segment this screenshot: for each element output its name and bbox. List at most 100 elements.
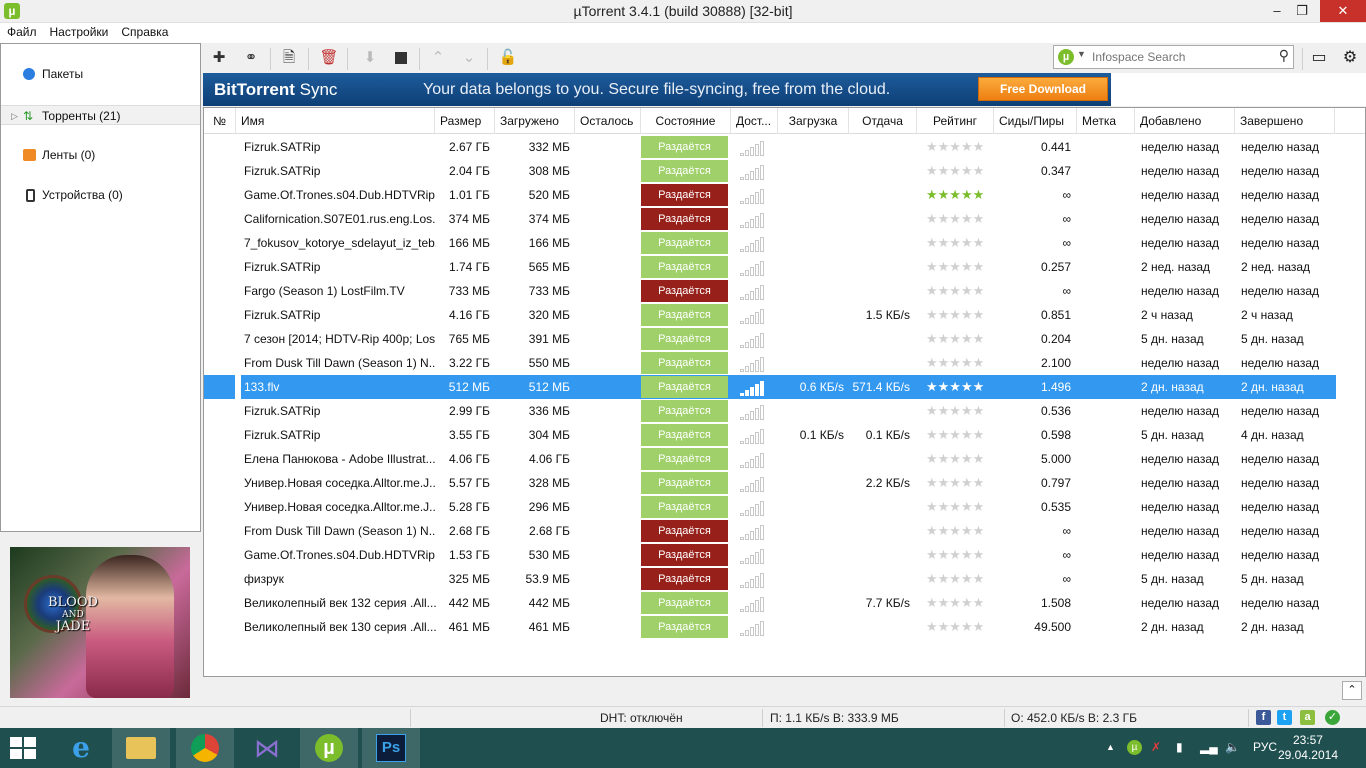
table-row[interactable]: From Dusk Till Dawn (Season 1) N... 2.68 … xyxy=(204,519,1365,543)
settings-gear-icon[interactable]: ⚙ xyxy=(1339,47,1361,69)
col-completed-header[interactable]: Завершено xyxy=(1235,108,1335,134)
table-row[interactable]: Fizruk.SATRip 3.55 ГБ 304 МБ Раздаётся 0.1 К… xyxy=(204,423,1365,447)
table-row[interactable]: Fargo (Season 1) LostFilm.TV 733 МБ 733 МБ… xyxy=(204,279,1365,303)
add-url-link-icon[interactable]: ⚭ xyxy=(240,48,262,68)
rating-stars-icon[interactable]: ★★★★★ xyxy=(926,519,992,543)
sidebar-item-bundles[interactable]: Пакеты xyxy=(1,64,200,84)
rating-stars-icon[interactable]: ★★★★★ xyxy=(926,303,992,327)
col-number-header[interactable]: № xyxy=(204,108,236,134)
tray-language[interactable]: РУС xyxy=(1253,740,1277,754)
tray-volume-icon[interactable]: 🔈 xyxy=(1225,740,1240,754)
table-row[interactable]: 7 сезон [2014; HDTV-Rip 400p; Los... 765 … xyxy=(204,327,1365,351)
free-download-button[interactable]: Free Download xyxy=(978,77,1108,101)
rating-stars-icon[interactable]: ★★★★★ xyxy=(926,471,992,495)
col-upload-speed-header[interactable]: Отдача xyxy=(849,108,917,134)
rating-stars-icon[interactable]: ★★★★★ xyxy=(926,255,992,279)
expand-arrow-icon[interactable]: ▷ xyxy=(11,106,18,126)
sidebar-item-devices[interactable]: Устройства (0) xyxy=(1,185,200,205)
table-row[interactable]: 7_fokusov_kotorye_sdelayut_iz_teb... 166 … xyxy=(204,231,1365,255)
expand-details-icon[interactable]: ⌃ xyxy=(1342,681,1362,700)
menu-file[interactable]: Файл xyxy=(0,23,43,39)
search-provider-dropdown-icon[interactable]: ▼ xyxy=(1077,49,1086,59)
tray-x-icon[interactable]: ✗ xyxy=(1151,740,1161,754)
table-row[interactable]: Fizruk.SATRip 2.67 ГБ 332 МБ Раздаётся ★★★★★… xyxy=(204,135,1365,159)
rating-stars-icon[interactable]: ★★★★★ xyxy=(926,615,992,639)
rating-stars-icon[interactable]: ★★★★★ xyxy=(926,207,992,231)
rating-stars-icon[interactable]: ★★★★★ xyxy=(926,327,992,351)
taskbar-photoshop[interactable]: Ps xyxy=(362,728,420,768)
sidebar-item-feeds[interactable]: Ленты (0) xyxy=(1,145,200,165)
sidebar-item-torrents[interactable]: ▷ ⇅ Торренты (21) xyxy=(1,105,200,125)
move-up-icon[interactable]: ⌃ xyxy=(427,48,449,68)
unlock-icon[interactable]: 🔓 xyxy=(497,48,519,68)
minimize-button[interactable]: – xyxy=(1263,0,1291,22)
col-status-header[interactable]: Состояние xyxy=(641,108,731,134)
col-availability-header[interactable]: Дост... xyxy=(731,108,778,134)
table-row[interactable]: Fizruk.SATRip 2.99 ГБ 336 МБ Раздаётся ★★★★★… xyxy=(204,399,1365,423)
android-icon[interactable]: a xyxy=(1300,710,1315,725)
windows-start-icon[interactable] xyxy=(10,737,38,761)
taskbar-file-explorer[interactable] xyxy=(112,728,170,768)
table-row[interactable]: Елена Панюкова - Adobe Illustrat... 4.06 … xyxy=(204,447,1365,471)
table-row[interactable]: Fizruk.SATRip 4.16 ГБ 320 МБ Раздаётся 1.5 К… xyxy=(204,303,1365,327)
table-row[interactable]: From Dusk Till Dawn (Season 1) N... 3.22 … xyxy=(204,351,1365,375)
bittorrent-sync-banner[interactable]: BitTorrent Sync Your data belongs to you… xyxy=(203,73,1366,106)
upload-status[interactable]: О: 452.0 КБ/s В: 2.3 ГБ xyxy=(1011,711,1137,725)
delete-icon[interactable]: 🗑 xyxy=(318,48,340,68)
rating-stars-icon[interactable]: ★★★★★ xyxy=(926,495,992,519)
search-magnifier-icon[interactable]: ⚲ xyxy=(1279,47,1289,64)
facebook-icon[interactable]: f xyxy=(1256,710,1271,725)
stop-icon[interactable] xyxy=(390,48,412,68)
rating-stars-icon[interactable]: ★★★★★ xyxy=(926,183,992,207)
create-torrent-icon[interactable]: 🗎 xyxy=(278,48,300,68)
tray-network-icon[interactable]: ▂▄ xyxy=(1200,740,1218,754)
maximize-button[interactable]: ❐ xyxy=(1288,0,1316,22)
col-remaining-header[interactable]: Осталось xyxy=(575,108,641,134)
rating-stars-icon[interactable]: ★★★★★ xyxy=(926,159,992,183)
rating-stars-icon[interactable]: ★★★★★ xyxy=(926,447,992,471)
table-row[interactable]: Game.Of.Trones.s04.Dub.HDTVRip 1.01 ГБ 520… xyxy=(204,183,1365,207)
col-label-header[interactable]: Метка xyxy=(1077,108,1135,134)
col-added-header[interactable]: Добавлено xyxy=(1135,108,1235,134)
tray-device-icon[interactable]: ▮ xyxy=(1176,740,1183,754)
table-row[interactable]: Универ.Новая соседка.Alltor.me.J... 5.57 … xyxy=(204,471,1365,495)
rating-stars-icon[interactable]: ★★★★★ xyxy=(926,567,992,591)
taskbar-internet-explorer[interactable]: e xyxy=(52,728,110,768)
rating-stars-icon[interactable]: ★★★★★ xyxy=(926,279,992,303)
rating-stars-icon[interactable]: ★★★★★ xyxy=(926,375,992,399)
taskbar-utorrent[interactable]: µ xyxy=(300,728,358,768)
twitter-icon[interactable]: t xyxy=(1277,710,1292,725)
tray-utorrent-icon[interactable]: µ xyxy=(1127,740,1142,755)
rating-stars-icon[interactable]: ★★★★★ xyxy=(926,591,992,615)
ad-banner-image[interactable]: BLOOD AND JADE xyxy=(10,547,190,698)
table-row[interactable]: Game.Of.Trones.s04.Dub.HDTVRip 1.53 ГБ 530… xyxy=(204,543,1365,567)
status-ok-check-icon[interactable]: ✓ xyxy=(1325,710,1340,725)
tray-clock[interactable]: 23:57 29.04.2014 xyxy=(1278,733,1338,763)
table-row[interactable]: Великолепный век 132 серия .All... 442 МБ… xyxy=(204,591,1365,615)
remote-monitor-icon[interactable]: ▭ xyxy=(1308,47,1330,69)
close-button[interactable]: ✕ xyxy=(1320,0,1366,22)
table-row[interactable]: 133.flv 512 МБ 512 МБ Раздаётся 0.6 КБ/s 571.… xyxy=(204,375,1365,399)
table-row[interactable]: Californication.S07E01.rus.eng.Los... 374… xyxy=(204,207,1365,231)
col-downloaded-header[interactable]: Загружено xyxy=(495,108,575,134)
col-name-header[interactable]: Имя xyxy=(236,108,435,134)
add-torrent-icon[interactable]: ✚ xyxy=(208,48,230,68)
table-row[interactable]: Универ.Новая соседка.Alltor.me.J... 5.28 … xyxy=(204,495,1365,519)
table-row[interactable]: Великолепный век 130 серия .All... 461 МБ… xyxy=(204,615,1365,639)
taskbar-chrome[interactable] xyxy=(176,728,234,768)
rating-stars-icon[interactable]: ★★★★★ xyxy=(926,231,992,255)
rating-stars-icon[interactable]: ★★★★★ xyxy=(926,135,992,159)
col-download-speed-header[interactable]: Загрузка xyxy=(778,108,849,134)
rating-stars-icon[interactable]: ★★★★★ xyxy=(926,423,992,447)
menu-settings[interactable]: Настройки xyxy=(43,23,115,39)
download-status[interactable]: П: 1.1 КБ/s В: 333.9 МБ xyxy=(770,711,899,725)
col-rating-header[interactable]: Рейтинг xyxy=(917,108,994,134)
rating-stars-icon[interactable]: ★★★★★ xyxy=(926,351,992,375)
table-row[interactable]: физрук 325 МБ 53.9 МБ Раздаётся ★★★★★ ∞ 5 дн. … xyxy=(204,567,1365,591)
table-row[interactable]: Fizruk.SATRip 2.04 ГБ 308 МБ Раздаётся ★★★★★… xyxy=(204,159,1365,183)
rating-stars-icon[interactable]: ★★★★★ xyxy=(926,399,992,423)
taskbar-visual-studio[interactable]: ⋈ xyxy=(238,728,296,768)
menu-help[interactable]: Справка xyxy=(114,23,174,39)
search-box[interactable]: µ ▼ ⚲ xyxy=(1053,45,1294,69)
col-size-header[interactable]: Размер xyxy=(435,108,495,134)
